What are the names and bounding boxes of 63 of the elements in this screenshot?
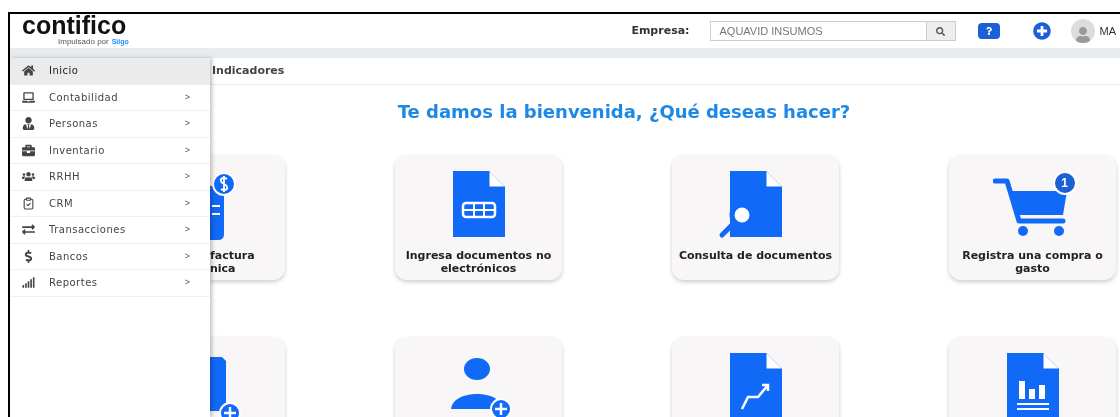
clipboard-icon xyxy=(22,196,35,210)
search-icon xyxy=(936,26,945,36)
menu-label: Reportes xyxy=(49,276,99,291)
user-name[interactable]: MA xyxy=(1099,22,1116,40)
action-card[interactable]: 1 Registra una compra o gasto xyxy=(949,155,1116,280)
card-label: Ingresa documentos no xyxy=(405,249,552,262)
action-card[interactable]: Consulta de documentos xyxy=(672,155,839,280)
card-label: electrónicos xyxy=(440,262,517,275)
logo[interactable]: contifico xyxy=(22,14,127,36)
menu-label: Bancos xyxy=(49,249,90,264)
search-button[interactable] xyxy=(925,22,955,40)
sidebar-item[interactable]: Inicio xyxy=(10,58,210,85)
action-card[interactable]: Ingresa documentos no electrónicos xyxy=(395,155,562,280)
person-icon xyxy=(22,117,35,131)
sidebar-item[interactable]: CRM > xyxy=(10,190,210,217)
chevron: > xyxy=(184,249,190,263)
chevron: > xyxy=(184,196,190,210)
sidebar-item[interactable]: Contabilidad > xyxy=(10,84,210,111)
chart-icon xyxy=(22,276,35,290)
sidebar-item[interactable]: RRHH > xyxy=(10,164,210,191)
chevron: > xyxy=(184,170,190,183)
menu-label: Contabilidad xyxy=(49,90,119,105)
menu-label: Inventario xyxy=(49,143,106,158)
company-value: AQUAVID INSUMOS xyxy=(718,23,824,39)
count-badge: 1 xyxy=(1052,171,1077,195)
menu-label: Transacciones xyxy=(49,223,127,238)
company-label: Empresa: xyxy=(631,22,690,39)
home-icon xyxy=(22,64,35,78)
menu-label: CRM xyxy=(49,196,75,211)
tagline: Impulsado por xyxy=(58,36,109,48)
chevron: > xyxy=(184,276,190,289)
sidebar-item[interactable]: Transacciones > xyxy=(10,217,210,244)
sidebar-item[interactable]: Reportes > xyxy=(10,270,210,297)
menu-label: RRHH xyxy=(49,170,81,185)
card-label: nica xyxy=(210,262,237,275)
indicators-tab[interactable]: Indicadores xyxy=(212,62,285,80)
sidebar-item[interactable]: Bancos > xyxy=(10,243,210,270)
user-silhouette-icon xyxy=(1074,27,1091,43)
sidebar-item[interactable]: Inventario > xyxy=(10,137,210,164)
dollar-icon xyxy=(22,249,35,263)
card-label: Consulta de documentos xyxy=(678,249,833,262)
sidebar-item[interactable]: Personas > xyxy=(10,111,210,138)
invoice-dollar-icon xyxy=(210,173,236,241)
briefcase-icon xyxy=(22,143,35,157)
help-icon xyxy=(984,27,993,35)
menu-label: Inicio xyxy=(49,64,80,79)
menu-label: Personas xyxy=(49,117,99,132)
card-label: gasto xyxy=(1015,262,1050,275)
company-field[interactable]: AQUAVID INSUMOS xyxy=(709,21,956,41)
chevron: > xyxy=(184,223,190,236)
exchange-icon xyxy=(22,223,35,237)
card-label: factura xyxy=(210,249,256,262)
chevron: > xyxy=(184,143,190,157)
people-icon xyxy=(22,170,35,184)
help-button[interactable] xyxy=(977,23,1000,39)
chevron: > xyxy=(184,90,190,104)
action-card[interactable]: factura nica xyxy=(210,155,285,280)
laptop-icon xyxy=(22,90,35,104)
chevron: > xyxy=(184,117,190,130)
avatar[interactable] xyxy=(1070,19,1095,43)
welcome-title: Te damos la bienvenida, ¿Qué deseas hacer? xyxy=(396,100,852,124)
card-label: Registra una compra o xyxy=(962,249,1103,262)
add-icon[interactable] xyxy=(1032,22,1051,40)
